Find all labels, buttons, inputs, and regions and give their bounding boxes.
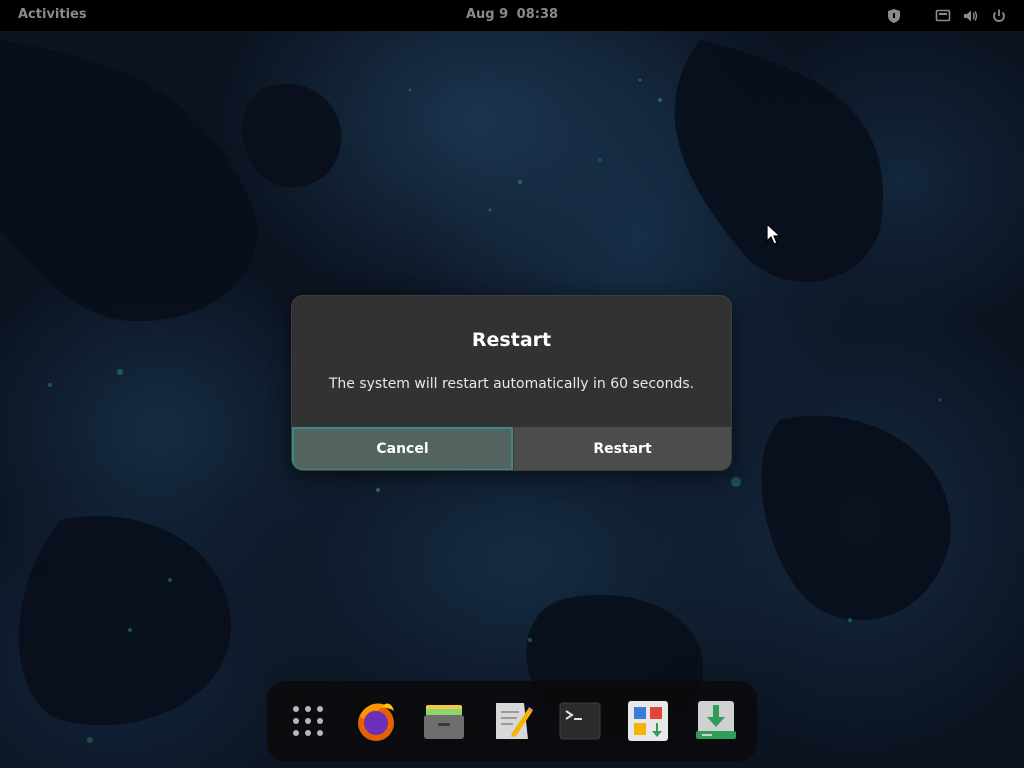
terminal-icon[interactable]: [556, 697, 604, 745]
installer-icon[interactable]: [692, 697, 740, 745]
text-editor-icon[interactable]: [488, 697, 536, 745]
dialog-message: The system will restart automatically in…: [328, 376, 695, 392]
dialog-title: Restart: [471, 329, 552, 351]
top-bar: Activities Aug 9 08:38: [0, 0, 1024, 31]
dialog-button-row: Cancel Restart: [292, 427, 731, 470]
restart-button[interactable]: Restart: [513, 427, 731, 470]
clock-date: Aug 9: [465, 7, 509, 22]
power-icon[interactable]: [991, 8, 1007, 24]
clock[interactable]: Aug 9 08:38: [0, 7, 1024, 22]
restart-dialog: Restart The system will restart automati…: [291, 295, 732, 471]
cancel-button[interactable]: Cancel: [292, 427, 513, 470]
dock: [267, 681, 757, 761]
screen-icon[interactable]: [935, 8, 951, 24]
volume-icon[interactable]: [962, 8, 978, 24]
shield-icon[interactable]: [886, 8, 902, 24]
files-icon[interactable]: [420, 697, 468, 745]
clock-time: 08:38: [516, 7, 559, 22]
software-center-icon[interactable]: [624, 697, 672, 745]
mouse-pointer-icon: [765, 222, 785, 247]
app-grid-icon[interactable]: [284, 697, 332, 745]
firefox-icon[interactable]: [352, 697, 400, 745]
